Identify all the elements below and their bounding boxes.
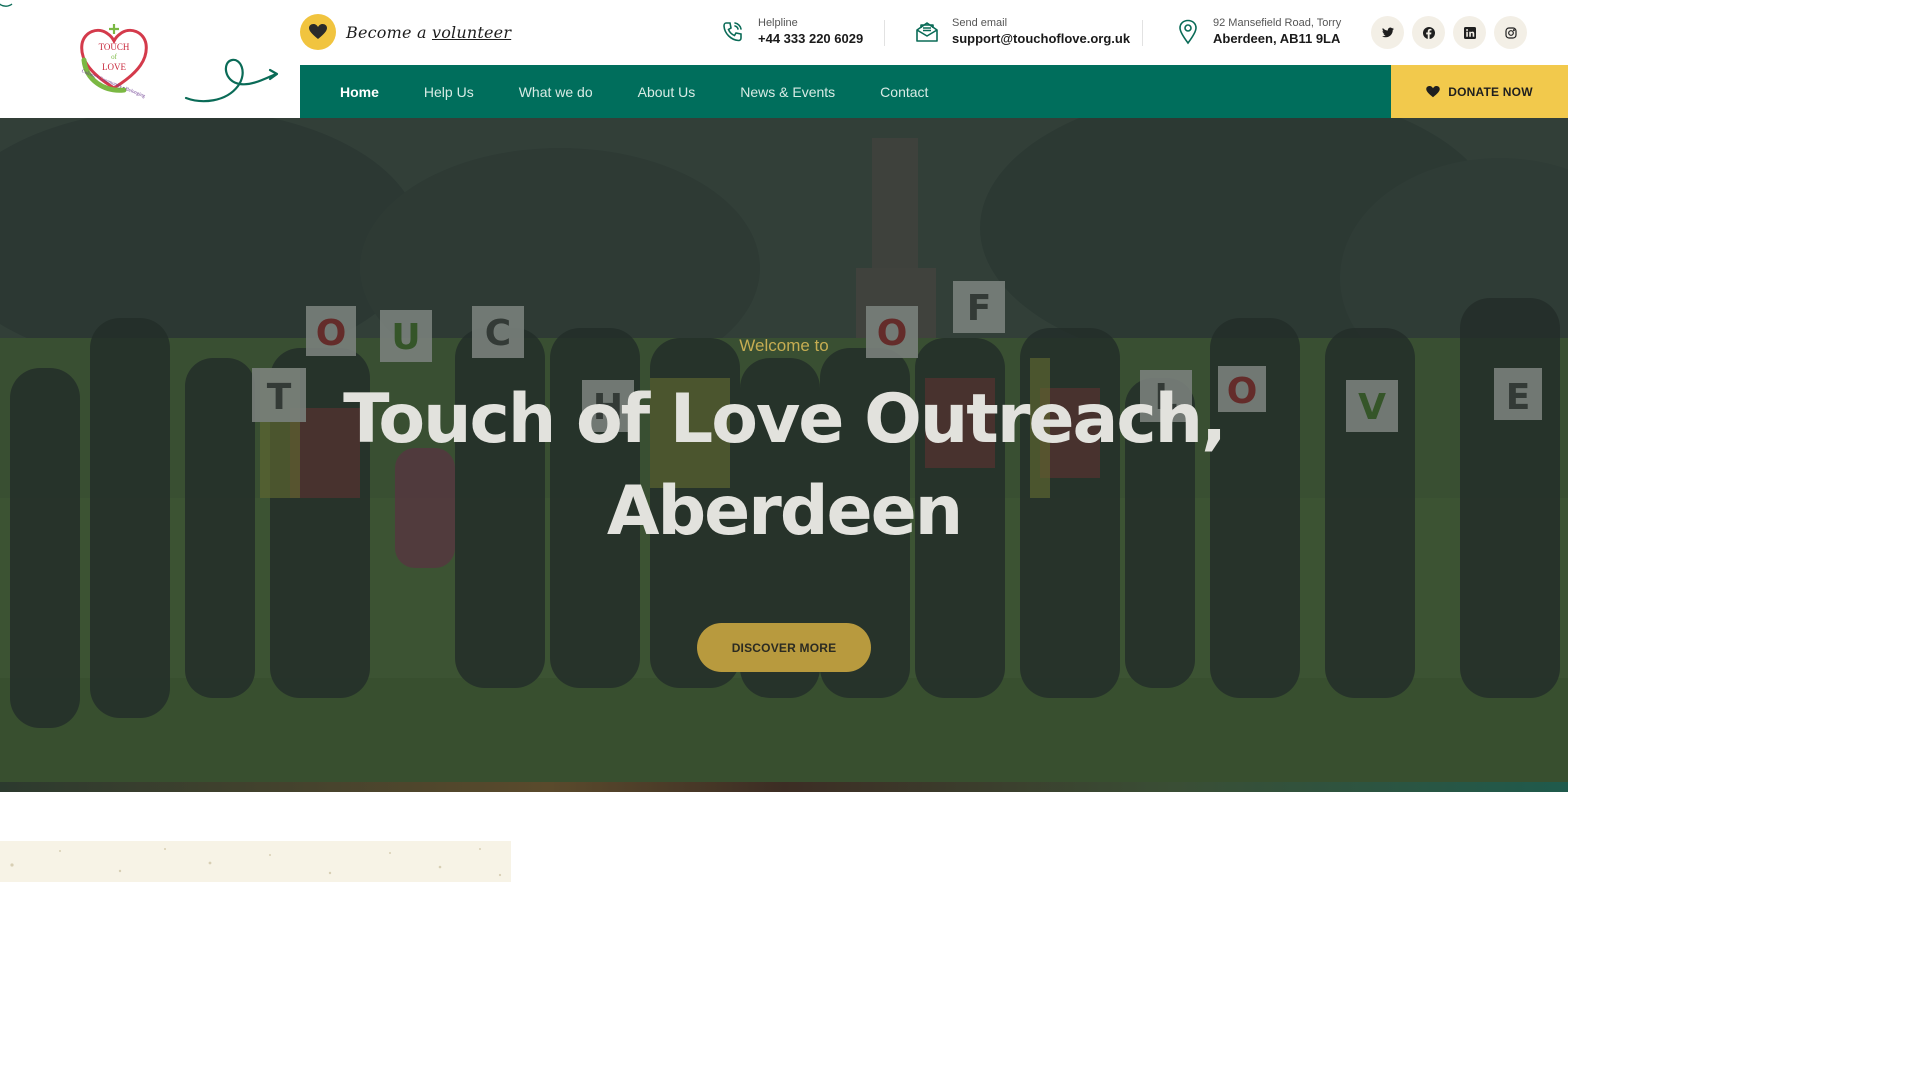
address-line-2: Aberdeen, AB11 9LA <box>1213 31 1341 46</box>
logo-text-top: TOUCH <box>98 42 130 52</box>
address-block: 92 Mansefield Road, Torry Aberdeen, AB11… <box>1175 16 1341 48</box>
contact-divider <box>1142 20 1143 46</box>
linkedin-icon[interactable] <box>1453 16 1486 49</box>
discover-more-label: DISCOVER MORE <box>731 640 837 655</box>
hero-bottom-strip <box>0 782 1568 792</box>
phone-icon <box>720 17 746 47</box>
email-address[interactable]: support@touchoflove.org.uk <box>952 30 1130 48</box>
location-pin-icon <box>1175 17 1201 47</box>
instagram-icon[interactable] <box>1494 16 1527 49</box>
helpline-label: Helpline <box>758 17 798 29</box>
facebook-icon[interactable] <box>1412 16 1445 49</box>
donate-now-button[interactable]: DONATE NOW <box>1391 65 1568 118</box>
nav-item-what-we-do[interactable]: What we do <box>519 84 593 100</box>
site-logo[interactable]: TOUCH of LOVE Culture • Community • Belo… <box>70 20 158 100</box>
hero-title-line-1: Touch of Love Outreach, <box>343 380 1227 459</box>
social-links <box>1371 16 1527 49</box>
nav-item-help-us[interactable]: Help Us <box>424 84 474 100</box>
address-line-1: 92 Mansefield Road, Torry <box>1213 17 1342 29</box>
hero-title-line-2: Aberdeen <box>606 472 963 551</box>
heart-icon <box>300 14 336 50</box>
logo-text-of: of <box>111 53 117 61</box>
heart-icon <box>1426 85 1441 97</box>
helpline-block[interactable]: Helpline +44 333 220 6029 <box>720 16 863 48</box>
become-volunteer-link[interactable]: Become a volunteer <box>300 14 511 50</box>
logo-text-bottom: LOVE <box>102 62 126 72</box>
corner-arc-icon <box>0 3 13 7</box>
email-label: Send email <box>952 17 1008 29</box>
speckle-texture <box>10 848 502 877</box>
hero-welcome-text: Welcome to <box>739 336 829 355</box>
nav-item-news-events[interactable]: News & Events <box>740 84 835 100</box>
contact-divider <box>884 20 885 46</box>
volunteer-link-text: volunteer <box>431 22 512 42</box>
main-navigation: Home Help Us What we do About Us News & … <box>300 65 1391 118</box>
swirl-arrow-icon <box>184 58 279 103</box>
about-section-image-panel <box>0 841 511 882</box>
twitter-icon[interactable] <box>1371 16 1404 49</box>
nav-item-contact[interactable]: Contact <box>880 84 928 100</box>
envelope-icon <box>914 17 940 47</box>
hero-title: Touch of Love Outreach, Aberdeen <box>284 374 1284 558</box>
donate-label: DONATE NOW <box>1448 84 1533 99</box>
volunteer-prefix: Become a <box>346 22 427 42</box>
email-block[interactable]: Send email support@touchoflove.org.uk <box>914 16 1130 48</box>
nav-item-home[interactable]: Home <box>340 84 379 100</box>
discover-more-button[interactable]: DISCOVER MORE <box>697 623 871 672</box>
helpline-number[interactable]: +44 333 220 6029 <box>758 30 863 48</box>
hero-content: Welcome to Touch of Love Outreach, Aberd… <box>0 118 1568 782</box>
nav-item-about-us[interactable]: About Us <box>638 84 696 100</box>
